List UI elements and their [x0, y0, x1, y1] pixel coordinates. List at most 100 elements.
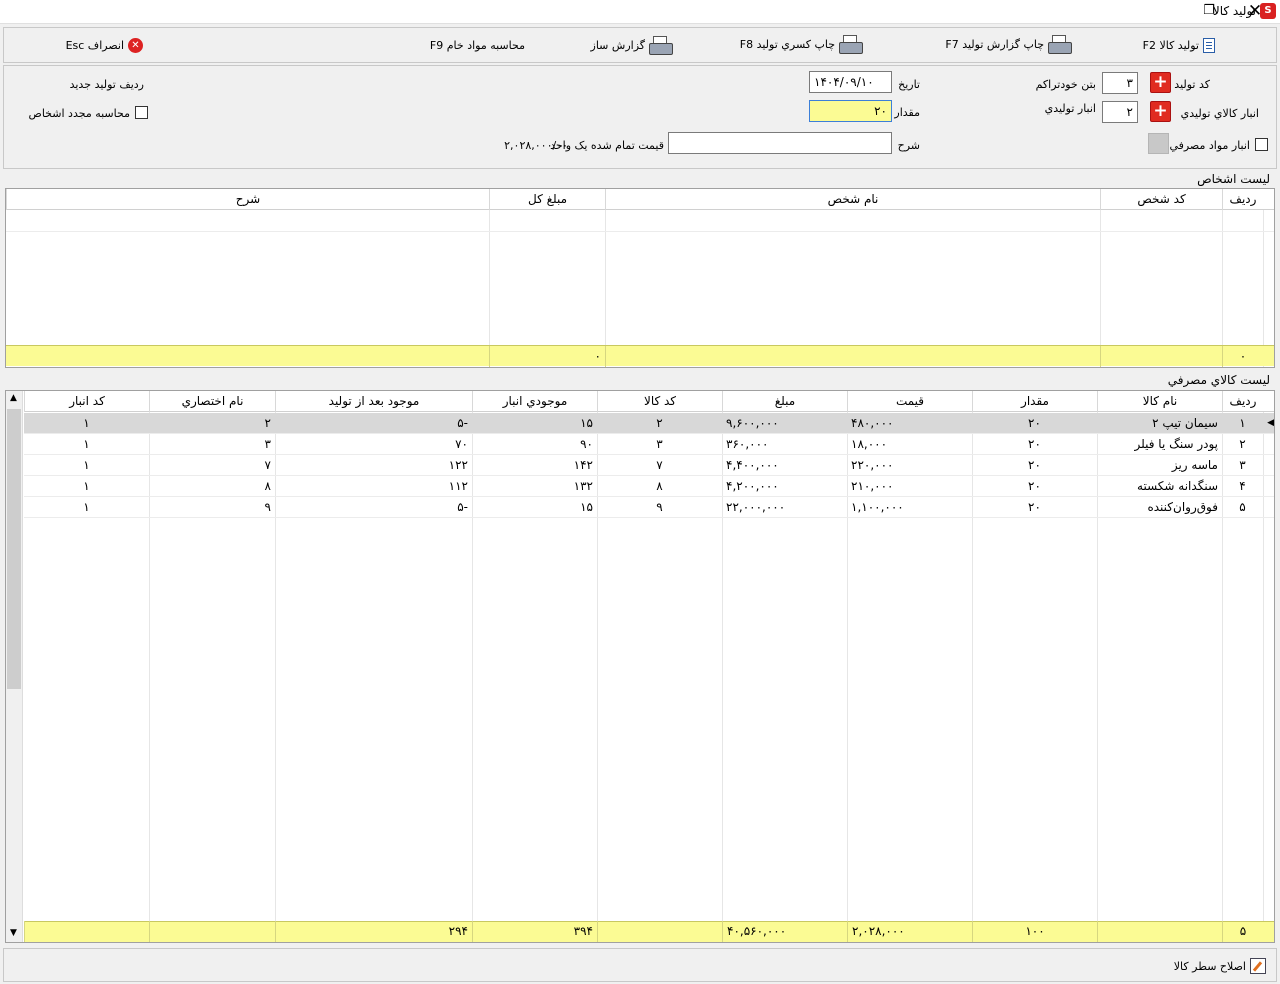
cell-price: ۱,۱۰۰,۰۰۰	[851, 500, 904, 514]
print-report-button[interactable]: چاپ گزارش تولید F7	[945, 33, 1072, 55]
print-report-label: چاپ گزارش تولید F7	[945, 37, 1044, 51]
scroll-down-icon[interactable]: ▼	[10, 928, 17, 938]
column-header-after-production[interactable]: موجود بعد از تولید	[275, 391, 472, 412]
column-header-total-amount[interactable]: مبلغ کل	[489, 189, 605, 210]
cell-after-production: ۷۰	[455, 437, 468, 451]
cell-goods-code: ۲	[656, 416, 663, 430]
consumable-warehouse-label: انبار مواد مصرفي	[1169, 139, 1250, 152]
add-warehouse-button[interactable]: +	[1150, 101, 1171, 122]
cell-stock: ۱۵	[580, 416, 593, 430]
produce-button[interactable]: تولید کالا F2	[1143, 34, 1215, 56]
close-button[interactable]: ✕	[1238, 0, 1272, 24]
column-header-warehouse-code[interactable]: کد انبار	[24, 391, 149, 412]
cell-goods-name: ماسه ریز	[1171, 458, 1218, 472]
column-header-stock[interactable]: موجودي انبار	[472, 391, 597, 412]
production-row-label: ردیف تولید	[94, 78, 144, 91]
production-code-label: کد تولید	[1174, 78, 1210, 91]
table-row[interactable]: ◀ ۱ سیمان تیپ ۲ ۲۰ ۴۸۰,۰۰۰ ۹,۶۰۰,۰۰۰ ۲ ۱۵ ۵- ۲ ۱	[24, 413, 1274, 434]
recalc-persons-label: محاسبه مجدد اشخاص	[28, 107, 130, 120]
cancel-icon: ✕	[128, 37, 143, 53]
cell-goods-name: سنگدانه شکسته	[1137, 479, 1218, 493]
calc-materials-button[interactable]: محاسبه مواد خام F9	[430, 34, 525, 56]
toolbar: تولید کالا F2 چاپ گزارش تولید F7 چاپ کسر…	[3, 27, 1277, 63]
fix-goods-row-button[interactable]: اصلاح سطر کالا	[1174, 955, 1266, 977]
document-icon	[1203, 37, 1215, 53]
report-builder-label: گزارش ساز	[590, 38, 645, 52]
cell-quantity: ۲۰	[1028, 500, 1041, 514]
column-header-person-name[interactable]: نام شخص	[605, 189, 1100, 210]
persons-list-title: لیست اشخاص	[1197, 172, 1270, 186]
recalc-persons-checkbox[interactable]	[135, 106, 148, 119]
cell-price: ۲۲۰,۰۰۰	[851, 458, 894, 472]
production-header-form: کد تولید + ۳ بتن خودتراکم انبار کالاي تو…	[3, 65, 1277, 169]
goods-row-count: ۵	[1222, 921, 1263, 942]
add-code-button[interactable]: +	[1150, 72, 1171, 93]
cell-after-production: ۵-	[457, 500, 468, 514]
warehouse-code-input[interactable]: ۲	[1102, 101, 1138, 123]
persons-grid: ردیف کد شخص نام شخص مبلغ کل شرح ۰ ۰	[5, 188, 1275, 368]
cell-goods-name: فوق‌روان‌کننده	[1147, 500, 1218, 514]
cell-after-production: ۵-	[457, 416, 468, 430]
cell-amount: ۹,۶۰۰,۰۰۰	[726, 416, 779, 430]
cell-price: ۴۸۰,۰۰۰	[851, 416, 894, 430]
scrollbar-thumb[interactable]	[7, 409, 21, 689]
table-row[interactable]: ۴ سنگدانه شکسته ۲۰ ۲۱۰,۰۰۰ ۴,۲۰۰,۰۰۰ ۸ ۱۳۲ ۱۱۲ ۸…	[24, 476, 1274, 497]
goods-total-amount: ۴۰,۵۶۰,۰۰۰	[722, 921, 847, 942]
consumable-warehouse-checkbox[interactable]	[1255, 138, 1268, 151]
restore-button[interactable]: ❐	[1196, 0, 1222, 24]
column-header-goods-name[interactable]: نام کالا	[1097, 391, 1222, 412]
description-input[interactable]	[668, 132, 892, 154]
product-warehouse-label: انبار کالاي تولیدي	[1180, 107, 1259, 120]
goods-total-quantity: ۱۰۰	[972, 921, 1097, 942]
cell-stock: ۱۴۲	[573, 458, 593, 472]
cell-warehouse-code: ۱	[83, 479, 90, 493]
table-row[interactable]: ۳ ماسه ریز ۲۰ ۲۲۰,۰۰۰ ۴,۴۰۰,۰۰۰ ۷ ۱۴۲ ۱۲۲ ۷ ۱	[24, 455, 1274, 476]
cancel-label: انصراف Esc	[65, 38, 124, 52]
scroll-up-icon[interactable]: ▲	[10, 393, 17, 403]
vertical-scrollbar[interactable]: ▲ ▼	[6, 391, 23, 942]
print-shortage-button[interactable]: چاپ کسري تولید F8	[739, 33, 863, 55]
column-header-row[interactable]: ردیف	[1222, 391, 1263, 412]
column-header-goods-code[interactable]: کد کالا	[597, 391, 722, 412]
cell-goods-name: پودر سنگ یا فیلر	[1134, 437, 1218, 451]
table-row[interactable]: ۲ پودر سنگ یا فیلر ۲۰ ۱۸,۰۰۰ ۳۶۰,۰۰۰ ۳ ۹۰ ۷۰ ۳ ۱	[24, 434, 1274, 455]
cell-quantity: ۲۰	[1028, 458, 1041, 472]
plus-icon: +	[1153, 72, 1168, 92]
persons-total-amount: ۰	[489, 346, 605, 367]
unit-price-value: ۲,۰۲۸,۰۰۰/۰۰	[504, 139, 568, 152]
print-shortage-label: چاپ کسري تولید F8	[739, 37, 835, 51]
printer-icon	[1048, 35, 1072, 54]
cell-short-name: ۲	[264, 416, 271, 430]
column-header-row[interactable]: ردیف	[1222, 189, 1263, 210]
description-label: شرح	[897, 139, 920, 152]
cell-row: ۱	[1239, 416, 1246, 430]
report-builder-button[interactable]: گزارش ساز	[590, 34, 673, 56]
cell-amount: ۲۲,۰۰۰,۰۰۰	[726, 500, 786, 514]
production-code-input[interactable]: ۳	[1102, 72, 1138, 94]
column-header-short-name[interactable]: نام اختصاري	[149, 391, 275, 412]
cell-quantity: ۲۰	[1028, 416, 1041, 430]
edit-icon	[1250, 958, 1266, 974]
column-header-price[interactable]: قیمت	[847, 391, 972, 412]
table-row[interactable]	[6, 211, 1274, 232]
column-header-amount[interactable]: مبلغ	[722, 391, 847, 412]
cell-stock: ۱۵	[580, 500, 593, 514]
column-header-description[interactable]: شرح	[6, 189, 489, 210]
cell-goods-code: ۸	[656, 479, 663, 493]
cell-after-production: ۱۲۲	[448, 458, 468, 472]
table-row[interactable]: ۵ فوق‌روان‌کننده ۲۰ ۱,۱۰۰,۰۰۰ ۲۲,۰۰۰,۰۰۰ ۹ ۱۵ ۵…	[24, 497, 1274, 518]
cancel-button[interactable]: ✕ انصراف Esc	[66, 34, 143, 56]
cell-stock: ۹۰	[580, 437, 593, 451]
quantity-label: مقدار	[894, 106, 920, 119]
status-bar: اصلاح سطر کالا	[3, 948, 1277, 982]
printer-icon	[649, 36, 673, 55]
cell-row: ۴	[1239, 479, 1246, 493]
quantity-input[interactable]: ۲۰	[809, 100, 892, 122]
column-header-person-code[interactable]: کد شخص	[1100, 189, 1222, 210]
cell-row: ۲	[1239, 437, 1246, 451]
printer-icon	[839, 35, 863, 54]
cell-stock: ۱۳۲	[573, 479, 593, 493]
date-input[interactable]: ۱۴۰۴/۰۹/۱۰	[809, 71, 892, 93]
column-header-quantity[interactable]: مقدار	[972, 391, 1097, 412]
cell-short-name: ۹	[264, 500, 271, 514]
